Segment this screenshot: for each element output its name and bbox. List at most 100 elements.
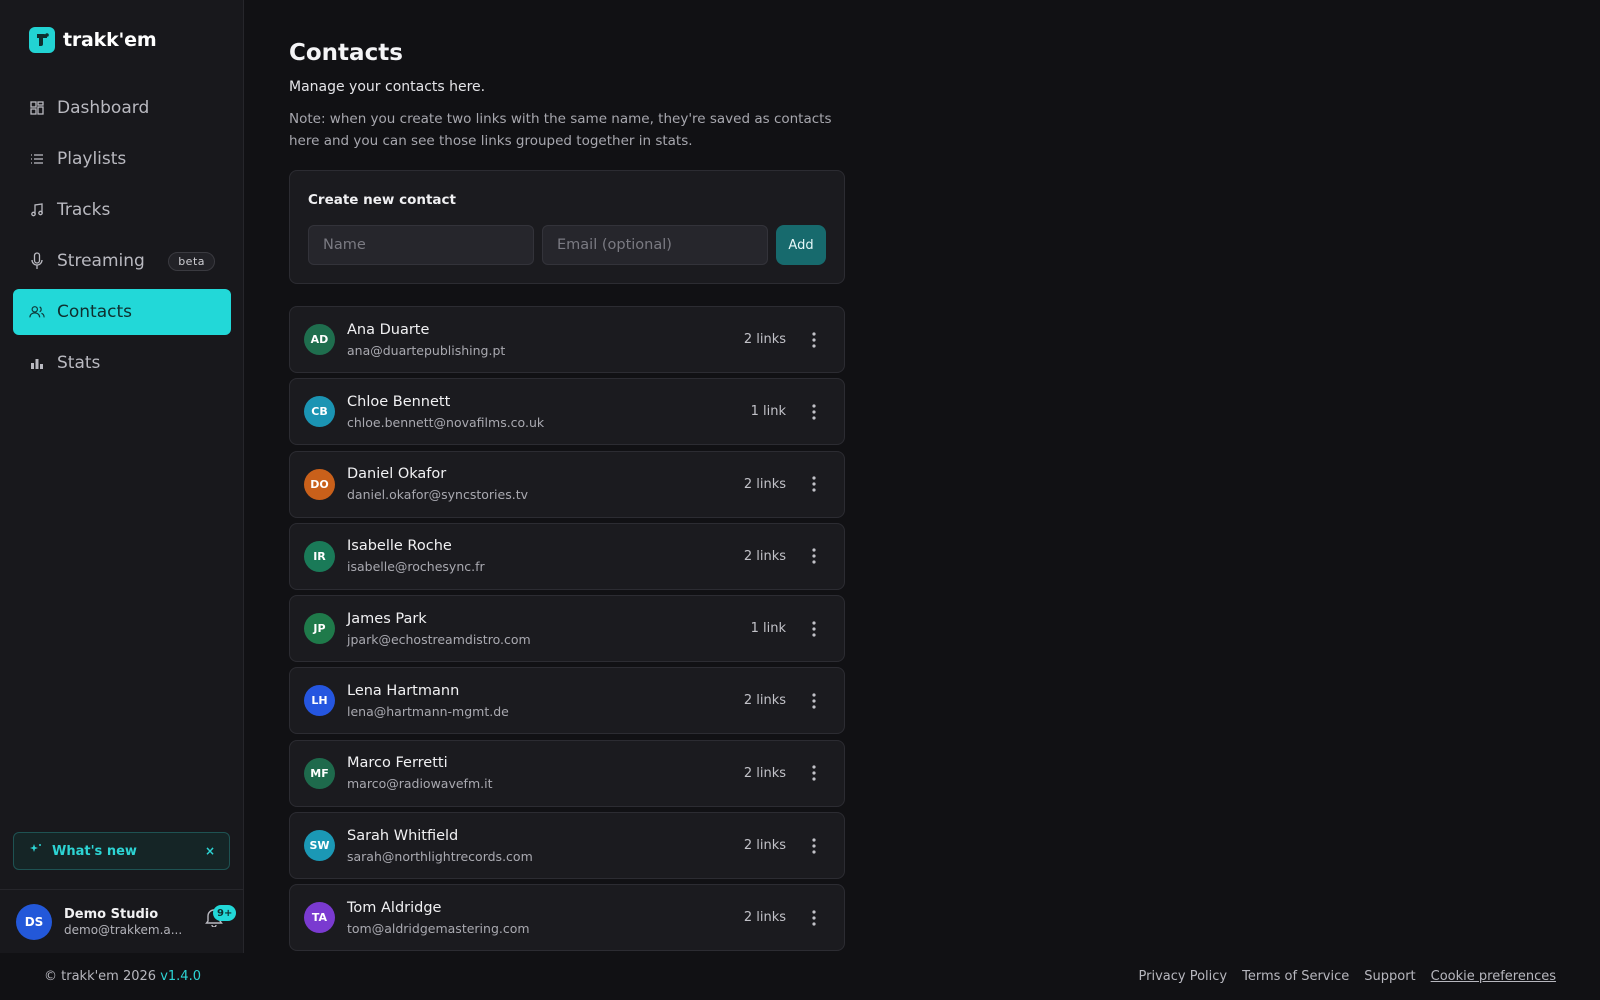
contact-email: isabelle@rochesync.fr (347, 559, 485, 575)
notification-count-badge: 9+ (213, 905, 237, 921)
beta-badge: beta (168, 251, 215, 271)
contact-email: chloe.bennett@novafilms.co.uk (347, 414, 545, 430)
logo[interactable]: trakk'em (29, 27, 157, 53)
copyright: © trakk'em 2026 v1.4.0 (44, 969, 201, 984)
contact-row[interactable]: IR Isabelle Roche isabelle@rochesync.fr … (289, 522, 845, 590)
contact-name: Isabelle Roche (347, 538, 452, 555)
contact-link-count: 2 links (743, 693, 786, 709)
whats-new-banner[interactable]: What's new × (13, 832, 230, 870)
contact-name: Sarah Whitfield (347, 827, 459, 844)
close-icon[interactable]: × (205, 844, 215, 858)
sidebar: trakk'em Dashboard Playlists Tracks Stre… (0, 0, 244, 953)
contact-email: sarah@northlightrecords.com (347, 848, 533, 864)
sidebar-item-label: Dashboard (57, 98, 150, 118)
sidebar-item-tracks[interactable]: Tracks (13, 187, 231, 233)
contact-row[interactable]: MF Marco Ferretti marco@radiowavefm.it 2… (289, 739, 845, 807)
sidebar-item-contacts[interactable]: Contacts (13, 289, 231, 335)
contact-avatar: TA (304, 902, 335, 934)
contact-row[interactable]: DO Daniel Okafor daniel.okafor@syncstori… (289, 450, 845, 518)
contact-name: Marco Ferretti (347, 755, 448, 772)
create-contact-title: Create new contact (308, 192, 456, 208)
more-vertical-icon[interactable] (806, 402, 822, 422)
contact-email: marco@radiowavefm.it (347, 776, 493, 792)
more-vertical-icon[interactable] (806, 836, 822, 856)
contact-name: Chloe Bennett (347, 393, 451, 410)
more-vertical-icon[interactable] (806, 619, 822, 639)
contact-link-count: 1 link (750, 621, 786, 637)
contact-name: James Park (347, 610, 427, 627)
contact-name: Ana Duarte (347, 321, 430, 338)
sidebar-item-label: Contacts (57, 302, 132, 322)
more-vertical-icon[interactable] (806, 908, 822, 928)
page-subtitle: Manage your contacts here. (289, 79, 486, 95)
dashboard-grid-icon (29, 100, 45, 116)
more-vertical-icon[interactable] (806, 763, 822, 783)
sidebar-nav: Dashboard Playlists Tracks Streaming bet… (13, 85, 231, 391)
privacy-policy-link[interactable]: Privacy Policy (1139, 969, 1228, 984)
logo-icon (29, 27, 55, 53)
page-title: Contacts (289, 40, 403, 66)
contact-name: Lena Hartmann (347, 682, 460, 699)
contact-avatar: LH (304, 685, 335, 717)
more-vertical-icon[interactable] (806, 330, 822, 350)
contact-link-count: 2 links (743, 910, 786, 926)
contact-row[interactable]: SW Sarah Whitfield sarah@northlightrecor… (289, 812, 845, 880)
users-icon (29, 304, 45, 320)
contact-avatar: JP (304, 613, 335, 645)
contact-link-count: 2 links (743, 332, 786, 347)
contact-row[interactable]: JP James Park jpark@echostreamdistro.com… (289, 595, 845, 663)
contact-link-count: 2 links (743, 476, 786, 492)
sidebar-item-stats[interactable]: Stats (13, 340, 231, 386)
sidebar-item-dashboard[interactable]: Dashboard (13, 85, 231, 131)
contact-email: daniel.okafor@syncstories.tv (347, 487, 528, 503)
support-link[interactable]: Support (1364, 969, 1415, 984)
footer-links: Privacy Policy Terms of Service Support … (1139, 969, 1556, 984)
email-input[interactable] (542, 225, 768, 265)
contact-name: Tom Aldridge (347, 899, 442, 916)
contact-email: jpark@echostreamdistro.com (347, 631, 531, 647)
list-icon (29, 151, 45, 167)
sidebar-item-label: Stats (57, 353, 101, 373)
sidebar-item-playlists[interactable]: Playlists (13, 136, 231, 182)
page-note: Note: when you create two links with the… (289, 111, 832, 149)
contact-list: AD Ana Duarte ana@duartepublishing.pt 2 … (289, 306, 845, 957)
terms-of-service-link[interactable]: Terms of Service (1242, 969, 1349, 984)
contact-link-count: 2 links (743, 765, 786, 781)
contact-email: ana@duartepublishing.pt (347, 342, 506, 358)
sidebar-item-streaming[interactable]: Streaming beta (13, 238, 231, 284)
cookie-preferences-link[interactable]: Cookie preferences (1431, 969, 1556, 984)
sparkle-icon (30, 843, 42, 859)
contact-link-count: 1 link (750, 404, 786, 420)
name-input[interactable] (308, 225, 534, 265)
avatar: DS (16, 903, 52, 940)
more-vertical-icon[interactable] (806, 474, 822, 494)
sidebar-item-label: Tracks (57, 200, 111, 220)
contact-avatar: CB (304, 396, 335, 428)
user-name: Demo Studio (64, 906, 159, 922)
contact-row[interactable]: AD Ana Duarte ana@duartepublishing.pt 2 … (289, 306, 845, 373)
contact-link-count: 2 links (743, 838, 786, 854)
bar-chart-icon (29, 355, 45, 371)
footer: © trakk'em 2026 v1.4.0 Privacy Policy Te… (0, 953, 1600, 1000)
contact-email: lena@hartmann-mgmt.de (347, 703, 509, 719)
more-vertical-icon[interactable] (806, 691, 822, 711)
contact-avatar: SW (304, 830, 335, 862)
sidebar-item-label: Playlists (57, 149, 127, 169)
sidebar-item-label: Streaming (57, 251, 145, 271)
version-link[interactable]: v1.4.0 (160, 969, 201, 984)
music-note-icon (29, 202, 45, 218)
user-profile[interactable]: DS Demo Studio demo@trakkem.a... 9+ (0, 889, 244, 953)
copyright-text: © trakk'em 2026 (44, 969, 157, 984)
contact-row[interactable]: CB Chloe Bennett chloe.bennett@novafilms… (289, 378, 845, 446)
create-contact-card: Create new contact Add (289, 170, 845, 284)
contact-name: Daniel Okafor (347, 466, 447, 483)
whats-new-label: What's new (52, 843, 137, 859)
contact-link-count: 2 links (743, 548, 786, 564)
more-vertical-icon[interactable] (806, 546, 822, 566)
contact-avatar: IR (304, 540, 335, 572)
contact-email: tom@aldridgemastering.com (347, 920, 530, 936)
contact-row[interactable]: LH Lena Hartmann lena@hartmann-mgmt.de 2… (289, 667, 845, 735)
app-name: trakk'em (63, 29, 157, 51)
add-contact-button[interactable]: Add (776, 225, 826, 265)
contact-row[interactable]: TA Tom Aldridge tom@aldridgemastering.co… (289, 884, 845, 952)
